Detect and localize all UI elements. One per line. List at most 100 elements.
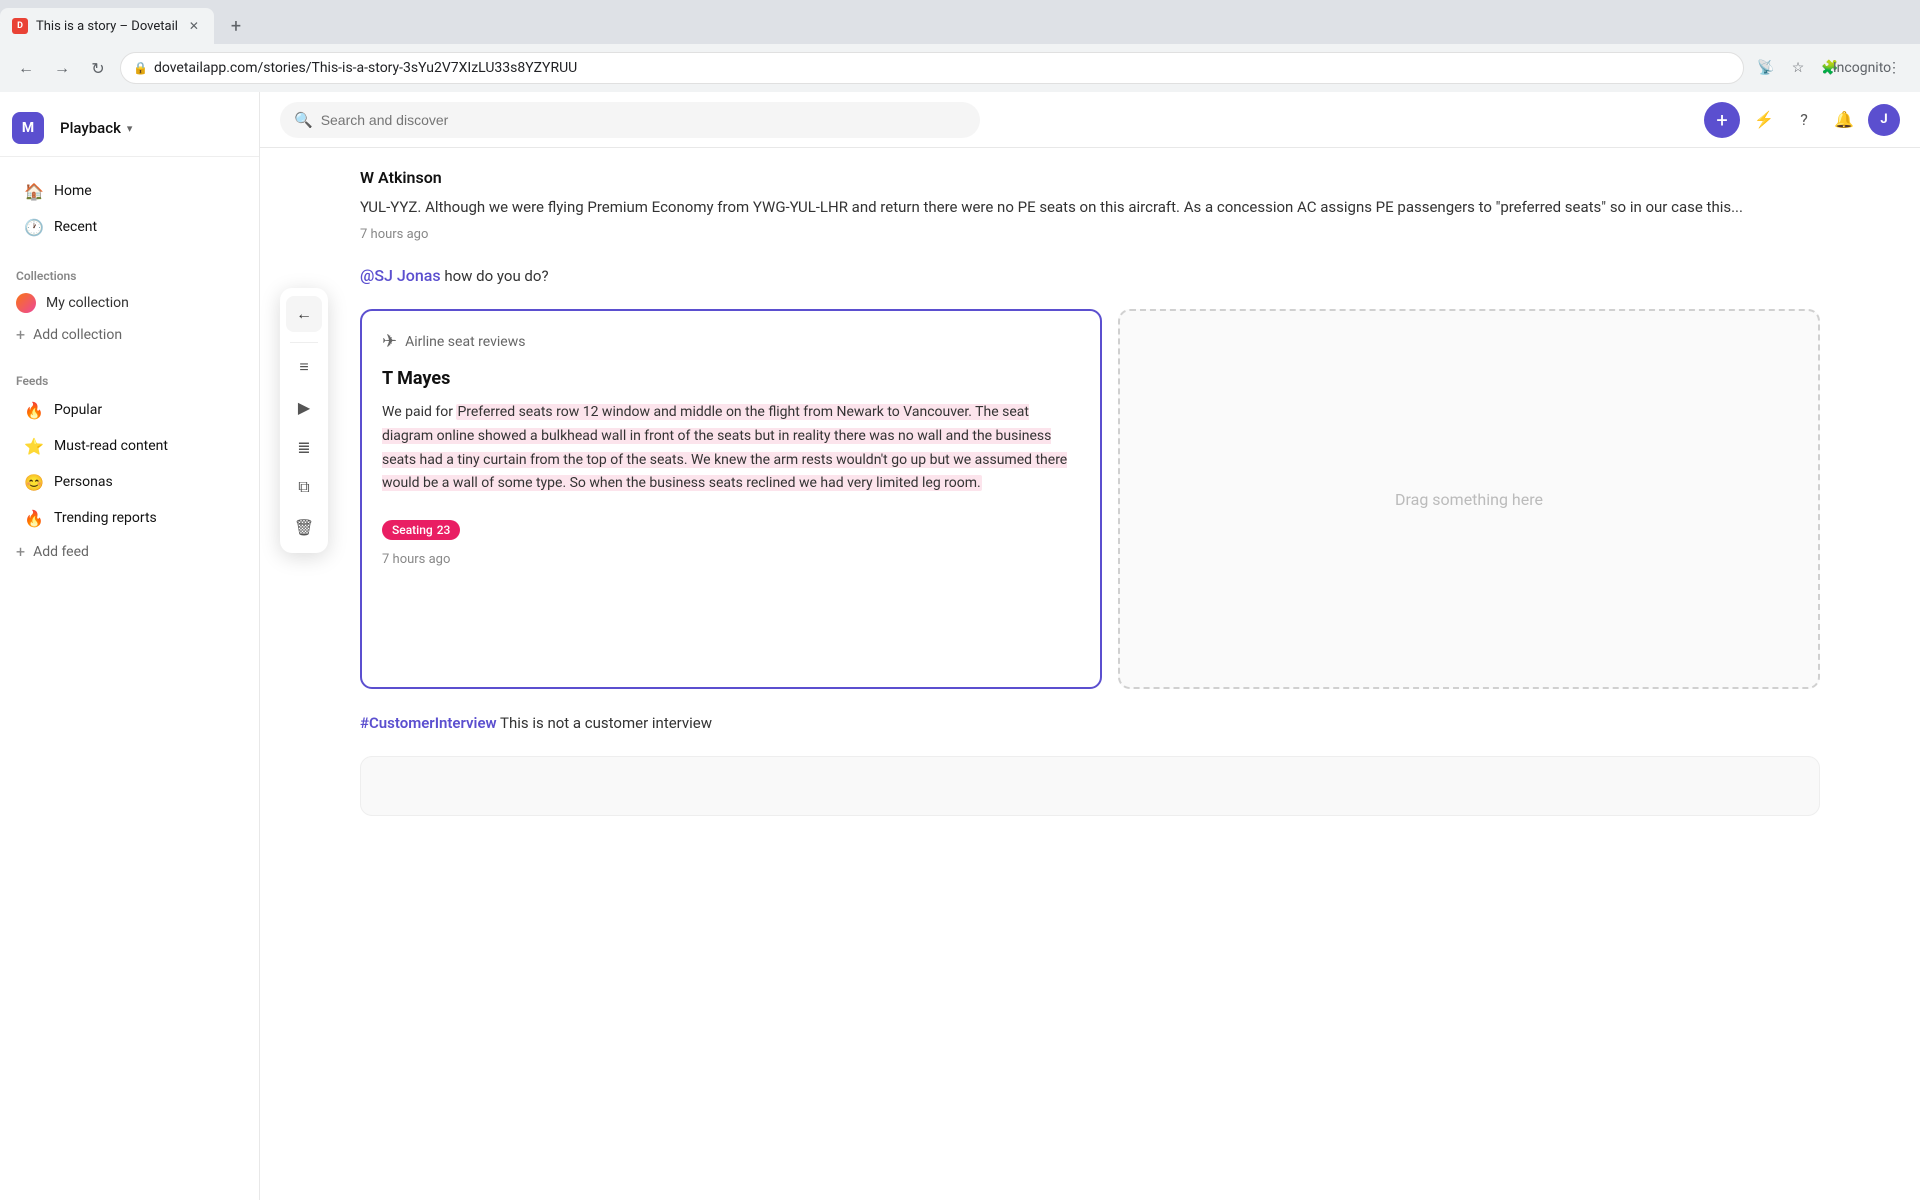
notification-button[interactable]: 🔔 [1828,104,1860,136]
chevron-down-icon: ▾ [127,122,133,135]
my-collection-label: My collection [46,295,129,311]
toolbar-format-button[interactable]: ≣ [286,429,322,465]
app-container: M Playback ▾ 🏠 Home 🕐 Recent Collections [0,92,1920,1200]
card-author: T Mayes [382,368,1080,389]
copy-icon: ⧉ [298,477,309,497]
sidebar-item-trending[interactable]: 🔥 Trending reports [8,500,251,536]
personas-icon: 😊 [24,472,44,492]
help-button[interactable]: ? [1788,104,1820,136]
back-icon: ← [296,304,312,324]
toolbar-text-button[interactable]: ≡ [286,349,322,385]
add-collection-button[interactable]: + Add collection [0,319,259,350]
tag-count: 23 [437,523,451,537]
content-area: W Atkinson YUL-YYZ. Although we were fly… [260,148,1860,836]
card-body-start: We paid for [382,404,456,420]
card-body: We paid for Preferred seats row 12 windo… [382,401,1080,496]
feeds-section: Feeds 🔥 Popular ⭐ Must-read content 😊 Pe… [0,358,259,575]
add-feed-icon: + [16,542,25,561]
browser-toolbar: ← → ↻ 🔒 dovetailapp.com/stories/This-is-… [0,44,1920,92]
search-bar[interactable]: 🔍 [280,102,980,138]
delete-icon: 🗑 [294,518,314,537]
add-feed-button[interactable]: + Add feed [0,536,259,567]
add-content-button[interactable]: + [1704,102,1740,138]
popular-label: Popular [54,402,102,418]
author-section: W Atkinson YUL-YYZ. Although we were fly… [360,168,1820,242]
text-icon: ≡ [299,357,308,377]
card-body-highlight: Preferred seats row 12 window and middle… [382,404,1067,491]
main-nav-section: 🏠 Home 🕐 Recent [0,165,259,253]
card-tag-wrapper: Seating 23 [382,508,1080,540]
customer-interview-section: #CustomerInterview This is not a custome… [360,713,1820,732]
help-icon: ? [1800,110,1808,129]
add-feed-label: Add feed [33,544,89,560]
drop-hint: Drag something here [1395,490,1543,509]
toolbar-copy-button[interactable]: ⧉ [286,469,322,505]
sidebar-item-must-read[interactable]: ⭐ Must-read content [8,428,251,464]
comment-mention: @SJ Jonas [360,266,441,285]
popular-icon: 🔥 [24,400,44,420]
card-tag: Seating 23 [382,520,460,540]
story-card: ✈ Airline seat reviews T Mayes We paid f… [360,309,1102,689]
reload-button[interactable]: ↻ [84,54,112,82]
browser-toolbar-icons: 📡 ☆ 🧩 Incognito ⋮ [1752,54,1908,82]
add-collection-icon: + [16,325,25,344]
main-scroll[interactable]: ← ≡ ▶ ≣ ⧉ 🗑 [260,148,1920,1200]
comment-text: how do you do? [441,267,549,285]
customer-interview-text: This is not a customer interview [497,714,712,732]
app-logo: M [12,112,44,144]
trending-icon: 🔥 [24,508,44,528]
lightning-button[interactable]: ⚡ [1748,104,1780,136]
lock-icon: 🔒 [133,61,148,75]
floating-toolbar: ← ≡ ▶ ≣ ⧉ 🗑 [280,288,328,553]
sidebar-item-my-collection[interactable]: My collection [0,287,259,319]
address-bar[interactable]: 🔒 dovetailapp.com/stories/This-is-a-stor… [120,52,1744,84]
new-tab-button[interactable]: + [222,12,250,40]
active-tab[interactable]: D This is a story – Dovetail ✕ [0,8,214,44]
customer-interview-tag: #CustomerInterview [360,714,497,732]
my-collection-icon [16,293,36,313]
back-button[interactable]: ← [12,54,40,82]
bottom-card-hint [360,756,1820,816]
toolbar-back-button[interactable]: ← [286,296,322,332]
playback-label: Playback [60,119,121,137]
app-top-bar: 🔍 + ⚡ ? 🔔 J [260,92,1920,148]
comment-section: @SJ Jonas how do you do? [360,266,1820,285]
card-timestamp: 7 hours ago [382,552,1080,567]
sidebar-item-personas[interactable]: 😊 Personas [8,464,251,500]
url-text: dovetailapp.com/stories/This-is-a-story-… [154,60,577,76]
user-avatar[interactable]: J [1868,104,1900,136]
toolbar-delete-button[interactable]: 🗑 [286,509,322,545]
main-content: 🔍 + ⚡ ? 🔔 J [260,92,1920,1200]
tab-bar: D This is a story – Dovetail ✕ + [0,0,1920,44]
bookmark-icon[interactable]: ☆ [1784,54,1812,82]
user-initial: J [1880,112,1887,127]
toolbar-divider [290,342,318,343]
tab-close-button[interactable]: ✕ [186,18,202,34]
home-icon: 🏠 [24,181,44,201]
sidebar-item-home[interactable]: 🏠 Home [8,173,251,209]
toolbar-media-button[interactable]: ▶ [286,389,322,425]
forward-button[interactable]: → [48,54,76,82]
author-timestamp: 7 hours ago [360,227,1820,242]
recent-icon: 🕐 [24,217,44,237]
playback-nav-button[interactable]: Playback ▾ [52,115,140,141]
format-icon: ≣ [297,438,310,457]
plane-icon: ✈ [382,331,397,352]
sidebar-item-popular[interactable]: 🔥 Popular [8,392,251,428]
search-input[interactable] [321,112,966,128]
feeds-section-title: Feeds [0,366,259,392]
trending-label: Trending reports [54,510,157,526]
incognito-label: Incognito [1848,54,1876,82]
home-label: Home [54,183,92,199]
add-collection-label: Add collection [33,327,122,343]
menu-button[interactable]: ⋮ [1880,54,1908,82]
collection-label: Airline seat reviews [405,334,525,350]
top-bar-actions: + ⚡ ? 🔔 J [1704,102,1900,138]
sidebar-item-recent[interactable]: 🕐 Recent [8,209,251,245]
add-icon: + [1716,108,1727,132]
drop-zone[interactable]: Drag something here [1118,309,1820,689]
recent-label: Recent [54,219,97,235]
personas-label: Personas [54,474,113,490]
cast-icon[interactable]: 📡 [1752,54,1780,82]
card-row: ✈ Airline seat reviews T Mayes We paid f… [360,309,1820,689]
